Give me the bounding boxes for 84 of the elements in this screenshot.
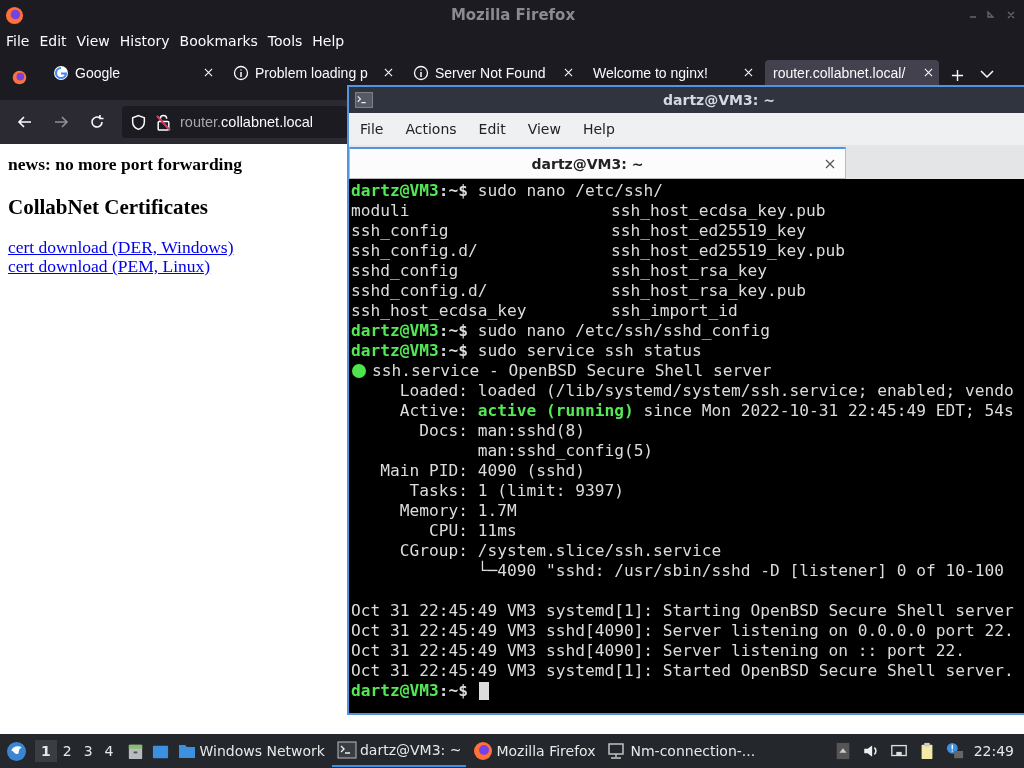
shield-icon [130, 113, 147, 131]
terminal-line: man:sshd_config(5) [476, 441, 655, 461]
chevron-down-icon[interactable] [980, 69, 994, 79]
notification-icon[interactable] [945, 742, 964, 760]
workspace-button[interactable]: 3 [77, 740, 99, 762]
forward-icon[interactable] [53, 114, 69, 130]
new-tab-icon[interactable] [951, 69, 964, 82]
download-link[interactable]: cert download (PEM, Linux) [8, 257, 211, 276]
menu-item[interactable]: Tools [267, 33, 303, 49]
file-name: ssh_host_ecdsa_key.pub [611, 201, 827, 221]
taskbar-item[interactable]: dartz@VM3: ~ [331, 735, 467, 767]
terminal-line: Oct 31 22:45:49 VM3 systemd[1]: Started OpenBSD Secure Shell server. [351, 661, 1015, 681]
google-icon [53, 64, 69, 81]
browser-tab[interactable]: Welcome to nginx! [585, 60, 759, 85]
terminal-line: Loaded: loaded (/lib/systemd/system/ssh.service; enabled; vendo [398, 381, 1015, 401]
file-name: ssh_import_id [611, 301, 739, 321]
terminal-prompt: dartz@VM3:~$ [351, 681, 468, 701]
menu-item[interactable]: Actions [405, 121, 457, 137]
file-name: sshd_config [351, 261, 460, 281]
menu-item[interactable]: Edit [478, 121, 506, 137]
taskbar-item[interactable]: Windows Network [171, 735, 330, 767]
browser-tab[interactable]: Server Not Found [405, 60, 579, 85]
terminal-line: Docs: man:sshd(8) [418, 421, 586, 441]
terminal-line: dartz@VM3:~$ sudo service ssh status [351, 341, 703, 361]
file-name: ssh_host_ecdsa_key [351, 301, 528, 321]
menu-item[interactable]: Bookmarks [179, 33, 258, 49]
info-icon [413, 64, 429, 81]
terminal-line: CGroup: /system.slice/ssh.service [398, 541, 723, 561]
taskbar-item[interactable]: Mozilla Firefox [468, 735, 601, 767]
download-link[interactable]: cert download (DER, Windows) [8, 238, 234, 257]
terminal-line: Main PID: 4090 (sshd) [379, 461, 586, 481]
terminal-line: Oct 31 22:45:49 VM3 sshd[4090]: Server listening on 0.0.0.0 port 22. [351, 621, 1015, 641]
terminal-line: dartz@VM3:~$ sudo nano /etc/ssh/sshd_config [351, 321, 772, 341]
browser-tab[interactable]: Problem loading p [225, 60, 399, 85]
terminal-line: └─4090 "sshd: /usr/sbin/sshd -D [listener] 0 of 10-100 [476, 561, 1005, 581]
close-icon[interactable] [825, 158, 835, 169]
file-name: ssh_config.d/ [351, 241, 479, 261]
file-name: moduli [351, 201, 411, 221]
insecure-lock-icon [155, 113, 172, 131]
menu-item[interactable]: History [119, 33, 170, 49]
clock[interactable]: 22:49 [973, 743, 1014, 759]
news-heading: news: no more port forwarding [8, 154, 242, 175]
terminal-line: CPU: 11ms [427, 521, 518, 541]
reload-icon[interactable] [89, 114, 105, 130]
menu-item[interactable]: Edit [39, 33, 67, 49]
firefox-icon [5, 5, 24, 25]
menu-item[interactable]: View [76, 33, 110, 49]
terminal-line: Active: active (running) since Mon 2022-10-31 22:45:49 EDT; 54s [398, 401, 1015, 421]
file-name: sshd_config.d/ [351, 281, 489, 301]
file-name: ssh_host_rsa_key.pub [611, 281, 807, 301]
workspace-button[interactable]: 4 [98, 740, 120, 762]
file-name: ssh_config [351, 221, 450, 241]
workspace-button[interactable]: 1 [35, 740, 57, 762]
menu-item[interactable]: Help [582, 121, 615, 137]
file-name: ssh_host_ed25519_key.pub [611, 241, 846, 261]
browser-tab[interactable]: Google [45, 60, 219, 85]
page-heading: CollabNet Certificates [8, 195, 208, 220]
taskbar-item[interactable]: Nm-connection-... [602, 735, 761, 767]
browser-tab[interactable]: router.collabnet.local/ [765, 60, 939, 85]
text-cursor [478, 682, 489, 700]
back-icon[interactable] [17, 114, 33, 130]
firefox-icon [473, 741, 494, 761]
terminal-line: Oct 31 22:45:49 VM3 systemd[1]: Starting OpenBSD Secure Shell server [351, 601, 1015, 621]
terminal-line: Tasks: 1 (limit: 9397) [408, 481, 625, 501]
menu-item[interactable]: File [360, 121, 384, 137]
terminal-line: ssh.service - OpenBSD Secure Shell server [372, 361, 772, 381]
workspace-button[interactable]: 2 [56, 740, 78, 762]
menu-item[interactable]: Help [312, 33, 345, 49]
window-title: dartz@VM3: ~ [662, 92, 776, 108]
terminal-tab[interactable]: dartz@VM3: ~ [349, 147, 846, 179]
terminal-line: Oct 31 22:45:49 VM3 sshd[4090]: Server listening on :: port 22. [351, 641, 966, 661]
terminal-line: dartz@VM3:~$ sudo nano /etc/ssh/ [351, 181, 664, 201]
file-name: ssh_host_ed25519_key [611, 221, 807, 241]
terminal-line: Memory: 1.7M [398, 501, 518, 521]
menu-item[interactable]: File [6, 33, 30, 49]
window-title: Mozilla Firefox [449, 6, 577, 24]
terminal-icon [355, 92, 373, 108]
address-bar[interactable]: router.collabnet.local [122, 106, 348, 138]
file-name: ssh_host_rsa_key [611, 261, 768, 281]
terminal-icon [336, 740, 357, 760]
info-icon [233, 64, 249, 81]
firefox-icon[interactable] [11, 69, 28, 86]
menu-item[interactable]: View [527, 121, 561, 137]
start-menu-icon[interactable] [6, 740, 27, 762]
